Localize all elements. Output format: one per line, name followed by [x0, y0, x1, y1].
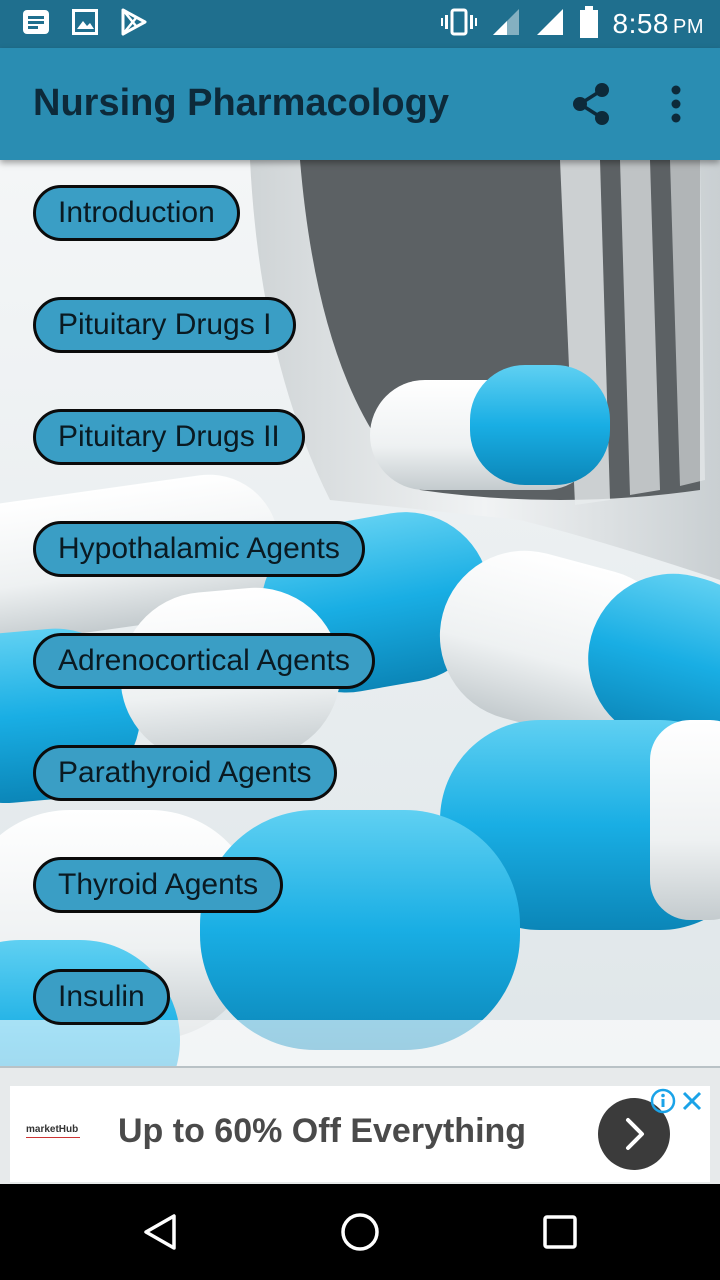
app-title: Nursing Pharmacology [33, 82, 449, 124]
clock: 8:58 PM [613, 8, 705, 40]
share-button[interactable] [568, 80, 616, 128]
nav-back-button[interactable] [136, 1208, 184, 1256]
ad-info-button[interactable] [650, 1088, 676, 1114]
play-store-icon [120, 8, 148, 41]
clock-ampm: PM [673, 16, 704, 38]
image-icon [72, 8, 98, 40]
ad-close-button[interactable] [680, 1088, 704, 1114]
menu-item[interactable]: Hypothalamic Agents [33, 521, 365, 577]
content-area: Introduction Pituitary Drugs I Pituitary… [0, 160, 720, 1068]
status-bar: 8:58 PM [0, 0, 720, 48]
share-icon [573, 83, 609, 125]
menu-item[interactable]: Pituitary Drugs II [33, 409, 305, 465]
topic-menu: Introduction Pituitary Drugs I Pituitary… [0, 160, 720, 1068]
notification-icon [22, 9, 50, 40]
system-nav-bar [0, 1184, 720, 1280]
menu-item[interactable]: Parathyroid Agents [33, 745, 337, 801]
app-bar: Nursing Pharmacology [0, 48, 720, 160]
back-icon [144, 1214, 176, 1250]
menu-item[interactable]: Introduction [33, 185, 240, 241]
overflow-menu-button[interactable] [656, 80, 696, 128]
ad-headline: Up to 60% Off Everything [118, 1112, 527, 1150]
ad-banner[interactable]: marketHub Up to 60% Off Everything [10, 1086, 710, 1182]
menu-item[interactable]: Insulin [33, 969, 170, 1025]
nav-recents-button[interactable] [536, 1208, 584, 1256]
signal-icon [491, 7, 521, 42]
more-vert-icon [671, 85, 681, 123]
home-icon [341, 1213, 379, 1251]
notification-area [22, 8, 148, 41]
info-icon [650, 1088, 676, 1114]
menu-item[interactable]: Thyroid Agents [33, 857, 284, 913]
close-icon [682, 1091, 702, 1111]
ad-brand-logo: marketHub [26, 1124, 80, 1138]
clock-time: 8:58 [612, 8, 669, 39]
ad-brand: marketHub [26, 1124, 79, 1135]
recents-icon [543, 1215, 577, 1249]
signal-icon [535, 7, 565, 42]
menu-item[interactable]: Adrenocortical Agents [33, 633, 375, 689]
battery-icon [579, 5, 599, 43]
ad-area: marketHub Up to 60% Off Everything [0, 1068, 720, 1184]
menu-item[interactable]: Pituitary Drugs I [33, 297, 297, 353]
nav-home-button[interactable] [336, 1208, 384, 1256]
vibrate-icon [440, 7, 477, 42]
